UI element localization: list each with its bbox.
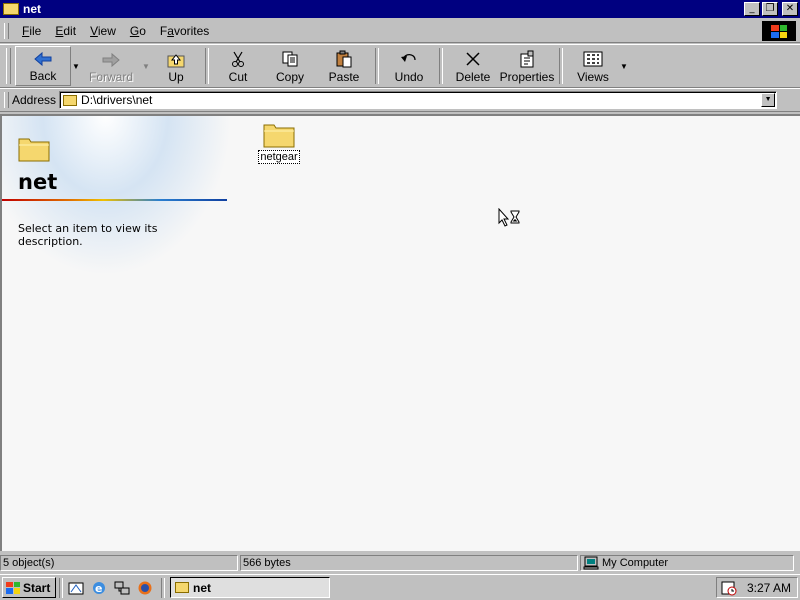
file-item[interactable]: netgear bbox=[254, 120, 304, 164]
menu-view[interactable]: View bbox=[83, 24, 123, 38]
menu-file[interactable]: File bbox=[15, 24, 48, 38]
status-size: 566 bytes bbox=[240, 555, 578, 571]
taskbar-button-net[interactable]: net bbox=[170, 577, 330, 598]
toolbar-grip[interactable] bbox=[6, 48, 11, 84]
windows-flag-icon bbox=[6, 581, 20, 594]
copy-icon bbox=[282, 51, 298, 67]
forward-arrow-icon bbox=[102, 52, 120, 68]
folder-icon bbox=[63, 94, 78, 106]
address-label: Address bbox=[12, 93, 57, 107]
scheduler-icon[interactable] bbox=[721, 580, 737, 596]
network-icon[interactable] bbox=[112, 578, 132, 598]
up-folder-icon bbox=[167, 54, 185, 68]
address-grip[interactable] bbox=[4, 92, 9, 108]
web-view-panel: net Select an item to view its descripti… bbox=[2, 116, 232, 296]
toolbar-separator bbox=[205, 48, 209, 84]
menu-grip[interactable] bbox=[4, 23, 9, 39]
windows-logo-icon bbox=[762, 21, 796, 41]
forward-button[interactable]: Forward bbox=[81, 46, 141, 86]
properties-button[interactable]: Properties bbox=[499, 46, 555, 86]
address-input[interactable]: D:\drivers\net ▼ bbox=[59, 91, 778, 109]
toolbar-separator bbox=[375, 48, 379, 84]
menu-bar: File Edit View Go Favorites bbox=[0, 20, 800, 43]
busy-cursor-icon bbox=[498, 208, 520, 227]
views-icon bbox=[583, 51, 603, 67]
panel-title: net bbox=[18, 170, 58, 194]
views-button[interactable]: Views bbox=[567, 46, 619, 86]
close-button[interactable]: ✕ bbox=[782, 2, 798, 16]
svg-text:e: e bbox=[95, 582, 102, 595]
properties-icon bbox=[520, 50, 534, 68]
internet-explorer-icon[interactable]: e bbox=[89, 578, 109, 598]
cut-button[interactable]: Cut bbox=[213, 46, 263, 86]
status-object-count: 5 object(s) bbox=[0, 555, 238, 571]
undo-icon bbox=[401, 53, 416, 62]
views-dropdown[interactable]: ▼ bbox=[619, 46, 629, 86]
clock[interactable]: 3:27 AM bbox=[747, 581, 791, 595]
delete-button[interactable]: Delete bbox=[447, 46, 499, 86]
back-dropdown[interactable]: ▼ bbox=[71, 46, 81, 86]
folder-view[interactable]: net Select an item to view its descripti… bbox=[0, 114, 800, 551]
standard-toolbar: Back ▼ Forward ▼ Up Cut Copy Paste Undo … bbox=[0, 44, 800, 88]
toolbar-separator bbox=[559, 48, 563, 84]
file-label: netgear bbox=[258, 150, 300, 164]
folder-icon bbox=[175, 582, 189, 593]
menu-favorites[interactable]: Favorites bbox=[153, 24, 216, 38]
back-button[interactable]: Back bbox=[15, 46, 71, 86]
folder-icon bbox=[3, 3, 19, 15]
forward-dropdown[interactable]: ▼ bbox=[141, 46, 151, 86]
address-value: D:\drivers\net bbox=[81, 93, 153, 107]
paste-icon bbox=[336, 50, 352, 68]
panel-divider bbox=[2, 199, 227, 201]
menu-edit[interactable]: Edit bbox=[48, 24, 83, 38]
address-dropdown-button[interactable]: ▼ bbox=[761, 93, 776, 107]
toolbar-separator bbox=[439, 48, 443, 84]
scissors-icon bbox=[232, 51, 244, 67]
menu-go[interactable]: Go bbox=[123, 24, 153, 38]
show-desktop-icon[interactable] bbox=[66, 578, 86, 598]
panel-description: Select an item to view its description. bbox=[18, 222, 158, 248]
taskbar-separator bbox=[59, 577, 63, 598]
status-zone: My Computer bbox=[580, 555, 794, 571]
folder-icon bbox=[263, 124, 295, 148]
folder-icon bbox=[18, 138, 50, 162]
my-computer-icon bbox=[583, 556, 599, 570]
firefox-icon[interactable] bbox=[135, 578, 155, 598]
undo-button[interactable]: Undo bbox=[383, 46, 435, 86]
system-tray: 3:27 AM bbox=[716, 577, 798, 598]
delete-x-icon bbox=[466, 52, 480, 66]
taskbar: Start e net 3:27 AM bbox=[0, 574, 800, 600]
address-bar: Address D:\drivers\net ▼ bbox=[0, 88, 800, 112]
restore-button[interactable]: ❐ bbox=[762, 2, 778, 16]
start-button[interactable]: Start bbox=[2, 577, 56, 598]
back-arrow-icon bbox=[34, 51, 52, 67]
title-bar: net _ ❐ ✕ bbox=[0, 0, 800, 18]
status-bar: 5 object(s) 566 bytes My Computer bbox=[0, 553, 800, 573]
paste-button[interactable]: Paste bbox=[317, 46, 371, 86]
up-button[interactable]: Up bbox=[151, 46, 201, 86]
minimize-button[interactable]: _ bbox=[744, 2, 760, 16]
taskbar-separator bbox=[161, 577, 165, 598]
copy-button[interactable]: Copy bbox=[263, 46, 317, 86]
window-title: net bbox=[23, 2, 41, 16]
